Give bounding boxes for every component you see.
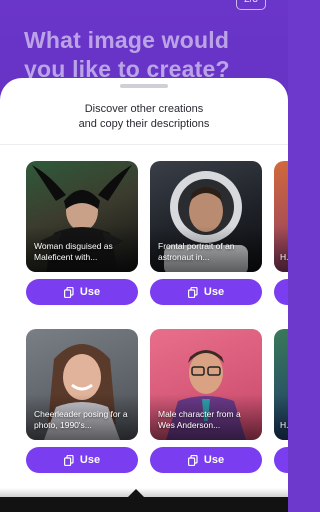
creation-card-partial[interactable]: H... xyxy=(274,329,288,440)
use-button-label: Use xyxy=(79,454,101,466)
sheet-drag-handle[interactable] xyxy=(120,84,168,88)
use-button-label: Use xyxy=(79,286,101,298)
use-button[interactable]: Use xyxy=(150,279,262,305)
copy-icon xyxy=(187,286,198,298)
card-caption: H... xyxy=(280,420,288,430)
card-shade xyxy=(274,226,288,272)
sheet-title-line2: and copy their descriptions xyxy=(78,118,210,130)
use-button-label: Use xyxy=(203,286,225,298)
use-button[interactable]: Use xyxy=(26,447,138,473)
copy-icon xyxy=(187,454,198,466)
discover-sheet: Discover other creations and copy their … xyxy=(0,78,288,512)
use-button-partial[interactable] xyxy=(274,279,288,305)
sheet-title: Discover other creations and copy their … xyxy=(0,102,288,132)
step-indicator: 2/3 xyxy=(236,0,266,10)
use-button-label: Use xyxy=(203,454,225,466)
bottom-notch xyxy=(128,489,144,497)
creation-card[interactable]: Cheerleader posing for a photo, 1990's..… xyxy=(26,329,138,440)
divider xyxy=(0,144,288,145)
card-caption: Frontal portrait of an astronaut in... xyxy=(158,241,235,262)
copy-icon xyxy=(63,286,74,298)
card-caption: H... xyxy=(280,252,288,262)
creation-card[interactable]: Woman disguised as Maleficent with... xyxy=(26,161,138,272)
creation-card[interactable]: Frontal portrait of an astronaut in... xyxy=(150,161,262,272)
use-button-partial[interactable] xyxy=(274,447,288,473)
use-button[interactable]: Use xyxy=(150,447,262,473)
card-shade xyxy=(274,394,288,440)
card-caption: Male character from a Wes Anderson... xyxy=(158,409,241,430)
bottom-bar xyxy=(0,497,288,512)
creation-card[interactable]: Male character from a Wes Anderson... xyxy=(150,329,262,440)
page-headline: What image would you like to create? xyxy=(24,27,230,82)
creation-card-partial[interactable]: H... xyxy=(274,161,288,272)
copy-icon xyxy=(63,454,74,466)
card-caption: Cheerleader posing for a photo, 1990's..… xyxy=(34,409,128,430)
card-caption: Woman disguised as Maleficent with... xyxy=(34,241,113,262)
sheet-title-line1: Discover other creations xyxy=(84,103,204,115)
use-button[interactable]: Use xyxy=(26,279,138,305)
